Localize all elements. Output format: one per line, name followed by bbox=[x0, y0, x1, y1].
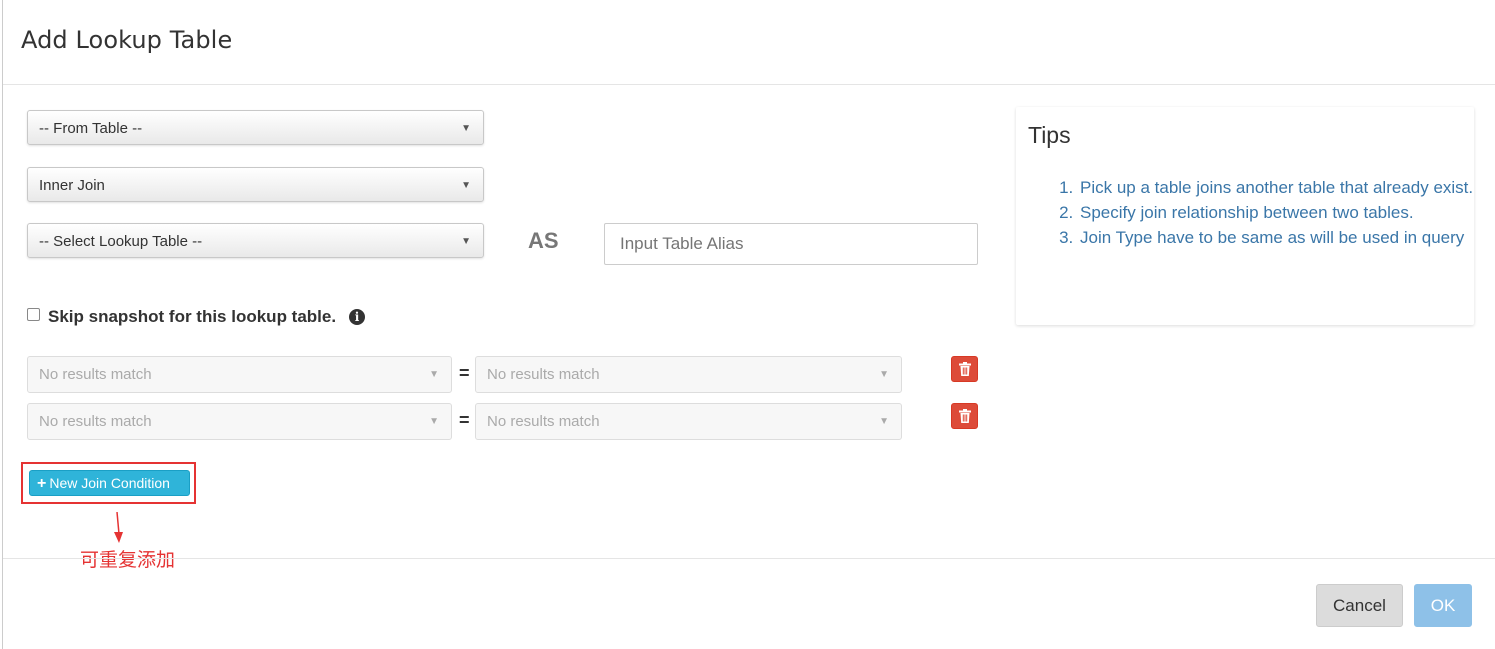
delete-condition-button[interactable] bbox=[951, 403, 978, 429]
tips-panel: Tips Pick up a table joins another table… bbox=[1016, 107, 1474, 325]
skip-snapshot-checkbox[interactable] bbox=[27, 308, 40, 321]
chevron-down-icon: ▼ bbox=[879, 416, 889, 427]
new-join-condition-label: New Join Condition bbox=[49, 475, 170, 491]
add-lookup-table-modal: Add Lookup Table -- From Table -- ▼ Inne… bbox=[2, 0, 1495, 649]
chevron-down-icon: ▼ bbox=[461, 180, 471, 191]
tips-title: Tips bbox=[1028, 122, 1071, 148]
new-join-condition-button[interactable]: + New Join Condition bbox=[29, 470, 190, 496]
join-right-column-select[interactable]: No results match ▼ bbox=[475, 403, 902, 440]
info-icon[interactable]: i bbox=[349, 309, 365, 325]
chevron-down-icon: ▼ bbox=[429, 369, 439, 380]
join-type-select[interactable]: Inner Join ▼ bbox=[27, 167, 484, 202]
chevron-down-icon: ▼ bbox=[879, 369, 889, 380]
join-left-column-select[interactable]: No results match ▼ bbox=[27, 403, 452, 440]
join-left-value: No results match bbox=[39, 413, 152, 430]
chevron-down-icon: ▼ bbox=[461, 236, 471, 247]
chevron-down-icon: ▼ bbox=[429, 416, 439, 427]
join-left-column-select[interactable]: No results match ▼ bbox=[27, 356, 452, 393]
tip-item: Pick up a table joins another table that… bbox=[1078, 175, 1478, 200]
from-table-select[interactable]: -- From Table -- ▼ bbox=[27, 110, 484, 145]
delete-condition-button[interactable] bbox=[951, 356, 978, 382]
join-operator: = bbox=[459, 410, 470, 430]
join-type-value: Inner Join bbox=[39, 177, 105, 194]
join-right-value: No results match bbox=[487, 366, 600, 383]
join-operator: = bbox=[459, 363, 470, 383]
trash-icon bbox=[959, 362, 971, 376]
skip-snapshot-label: Skip snapshot for this lookup table. bbox=[48, 307, 337, 326]
lookup-table-select[interactable]: -- Select Lookup Table -- ▼ bbox=[27, 223, 484, 258]
as-label: AS bbox=[528, 228, 559, 253]
footer-divider bbox=[3, 558, 1495, 559]
chevron-down-icon: ▼ bbox=[461, 123, 471, 134]
from-table-value: -- From Table -- bbox=[39, 120, 143, 137]
tip-item: Join Type have to be same as will be use… bbox=[1078, 225, 1478, 250]
table-alias-input[interactable] bbox=[604, 223, 978, 265]
modal-header: Add Lookup Table bbox=[3, 0, 1495, 85]
cancel-button[interactable]: Cancel bbox=[1316, 584, 1403, 627]
join-right-value: No results match bbox=[487, 413, 600, 430]
join-left-value: No results match bbox=[39, 366, 152, 383]
tip-item: Specify join relationship between two ta… bbox=[1078, 200, 1478, 225]
lookup-table-value: -- Select Lookup Table -- bbox=[39, 233, 203, 250]
ok-button[interactable]: OK bbox=[1414, 584, 1472, 627]
trash-icon bbox=[959, 409, 971, 423]
plus-icon: + bbox=[37, 475, 47, 492]
join-right-column-select[interactable]: No results match ▼ bbox=[475, 356, 902, 393]
arrow-down-icon bbox=[114, 512, 123, 543]
tips-list: Pick up a table joins another table that… bbox=[1058, 175, 1478, 250]
modal-title: Add Lookup Table bbox=[21, 26, 233, 54]
